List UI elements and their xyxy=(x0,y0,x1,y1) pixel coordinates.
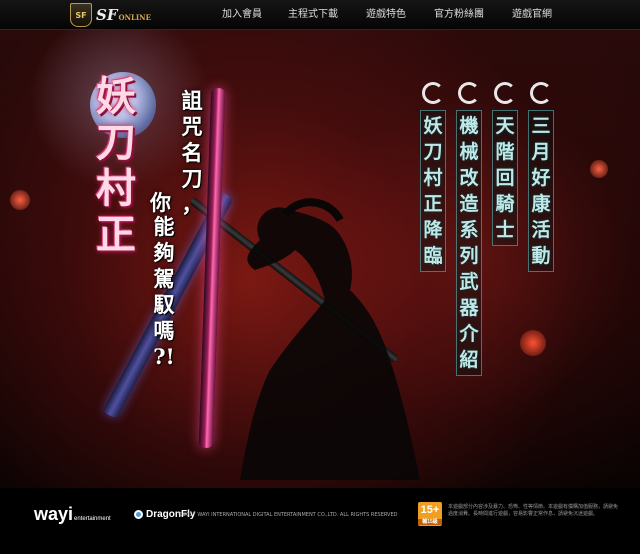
enso-circle-icon xyxy=(458,82,480,104)
ember-glow xyxy=(590,160,608,178)
copyright-text: ©2017 WAYI INTERNATIONAL DIGITAL ENTERTA… xyxy=(178,512,398,518)
logo-badge: SF xyxy=(70,3,92,27)
enso-circle-icon xyxy=(494,82,516,104)
hero-banner: 妖 刀 村 正 詛 咒 名 刀 ， 你 你 能 夠 駕 馭 嗎 ?! 三月好 康… xyxy=(0,30,640,488)
dragonfly-icon xyxy=(134,510,143,519)
enso-circle-icon xyxy=(530,82,552,104)
nav-official-site[interactable]: 遊戲官網 xyxy=(512,0,552,30)
samurai-silhouette xyxy=(240,198,420,480)
subtitle-col-1: 詛 咒 名 刀 ， xyxy=(181,88,203,217)
subtitle-col-2b: 你 能 夠 駕 馭 嗎 ?! xyxy=(153,214,175,369)
wayi-logo[interactable]: wayientertainment xyxy=(34,504,111,525)
menu-tianjie-knight[interactable]: 天階回 騎士 xyxy=(492,82,518,246)
menu-mech-weapons[interactable]: 機械改 造系列 武器介 紹 xyxy=(456,82,482,376)
sf-online-logo[interactable]: SF SFONLINE xyxy=(70,2,180,28)
nav-fanpage[interactable]: 官方粉絲團 xyxy=(434,0,484,30)
nav-join-member[interactable]: 加入會員 xyxy=(222,0,262,30)
menu-march-event[interactable]: 三月好 康活動 xyxy=(528,82,554,272)
enso-circle-icon xyxy=(422,82,444,104)
age-rating-badge: 15+ 輔15級 xyxy=(418,502,442,526)
title-char: 妖 xyxy=(96,73,136,120)
menu-muramasa-arrival[interactable]: 妖刀村 正降臨 xyxy=(420,82,446,272)
nav-features[interactable]: 遊戲特色 xyxy=(366,0,406,30)
game-notice-text: 本遊戲部分內容涉及暴力、恐怖、性等情節。本遊戲有償購加值服務，請避免過度消費。長… xyxy=(448,504,619,517)
ember-glow xyxy=(10,190,30,210)
title-char: 刀 xyxy=(96,119,136,166)
logo-text: SFONLINE xyxy=(96,6,151,24)
top-nav-bar: SF SFONLINE 加入會員 主程式下載 遊戲特色 官方粉絲團 遊戲官網 xyxy=(0,0,640,30)
nav-download[interactable]: 主程式下載 xyxy=(288,0,338,30)
ember-glow xyxy=(520,330,546,356)
